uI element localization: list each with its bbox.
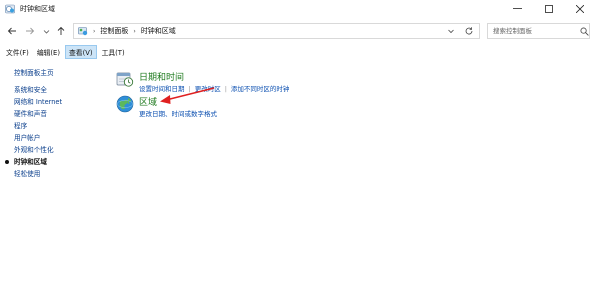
back-button[interactable] xyxy=(6,25,18,37)
menu-view[interactable]: 查看(V) xyxy=(65,44,97,59)
date-time-icon[interactable] xyxy=(116,70,134,88)
sidebar-item-label: 时钟和区域 xyxy=(14,158,47,166)
window-title: 时钟和区域 xyxy=(20,4,55,13)
chevron-down-icon[interactable] xyxy=(447,27,455,35)
sidebar-item-user-accounts[interactable]: 用户帐户 xyxy=(14,132,104,144)
link-change-formats[interactable]: 更改日期、时间或数字格式 xyxy=(139,110,217,118)
refresh-icon[interactable] xyxy=(464,26,474,36)
link-separator: | xyxy=(224,85,227,93)
menu-edit[interactable]: 编辑(E) xyxy=(34,46,63,58)
chevron-right-icon: › xyxy=(133,27,136,35)
maximize-icon xyxy=(544,4,553,13)
sidebar-item-network-internet[interactable]: 网络和 Internet xyxy=(14,96,104,108)
menu-tools[interactable]: 工具(T) xyxy=(99,46,128,58)
arrow-right-icon xyxy=(26,27,35,35)
annotation-arrow-icon xyxy=(160,87,215,104)
control-panel-icon xyxy=(78,27,88,36)
sidebar-item-programs[interactable]: 程序 xyxy=(14,120,104,132)
category-title-date-time[interactable]: 日期和时间 xyxy=(139,70,184,83)
minimize-button[interactable] xyxy=(502,0,533,17)
sidebar: 控制面板主页 系统和安全 网络和 Internet 硬件和声音 程序 用户帐户 … xyxy=(5,67,104,180)
forward-button[interactable] xyxy=(24,25,36,37)
close-button[interactable] xyxy=(564,0,595,17)
sidebar-item-system-security[interactable]: 系统和安全 xyxy=(14,84,104,96)
menu-bar: 文件(F) 编辑(E) 查看(V) 工具(T) xyxy=(0,44,595,59)
breadcrumb-control-panel[interactable]: 控制面板 xyxy=(100,26,128,36)
link-add-clocks[interactable]: 添加不同时区的时钟 xyxy=(231,85,290,93)
search-icon[interactable] xyxy=(580,27,589,36)
address-bar[interactable]: › 控制面板 › 时钟和区域 xyxy=(73,23,480,39)
up-button[interactable] xyxy=(55,25,67,37)
navigation-row: › 控制面板 › 时钟和区域 xyxy=(0,19,595,43)
sidebar-item-clock-region: 时钟和区域 xyxy=(5,156,104,168)
sidebar-item-ease-of-access[interactable]: 轻松使用 xyxy=(14,168,104,180)
arrow-up-icon xyxy=(57,26,65,35)
search-box[interactable] xyxy=(487,23,590,39)
maximize-button[interactable] xyxy=(533,0,564,17)
search-input[interactable] xyxy=(493,27,581,35)
title-bar: 时钟和区域 xyxy=(0,0,595,17)
chevron-right-icon: › xyxy=(93,27,96,35)
current-item-bullet-icon xyxy=(5,160,9,164)
close-icon xyxy=(575,4,584,13)
sidebar-item-hardware-sound[interactable]: 硬件和声音 xyxy=(14,108,104,120)
category-title-region[interactable]: 区域 xyxy=(139,95,157,108)
sidebar-item-appearance[interactable]: 外观和个性化 xyxy=(14,144,104,156)
category-links-region: 更改日期、时间或数字格式 xyxy=(139,108,217,118)
arrow-left-icon xyxy=(7,27,16,35)
sidebar-control-panel-home[interactable]: 控制面板主页 xyxy=(14,67,104,79)
minimize-icon xyxy=(513,8,522,9)
window-controls xyxy=(502,0,595,17)
chevron-down-icon xyxy=(43,29,49,34)
menu-file[interactable]: 文件(F) xyxy=(3,46,32,58)
clock-region-app-icon xyxy=(5,4,15,13)
region-globe-icon[interactable] xyxy=(116,95,134,113)
breadcrumb-clock-and-region[interactable]: 时钟和区域 xyxy=(141,26,176,36)
recent-locations-button[interactable] xyxy=(40,25,52,37)
